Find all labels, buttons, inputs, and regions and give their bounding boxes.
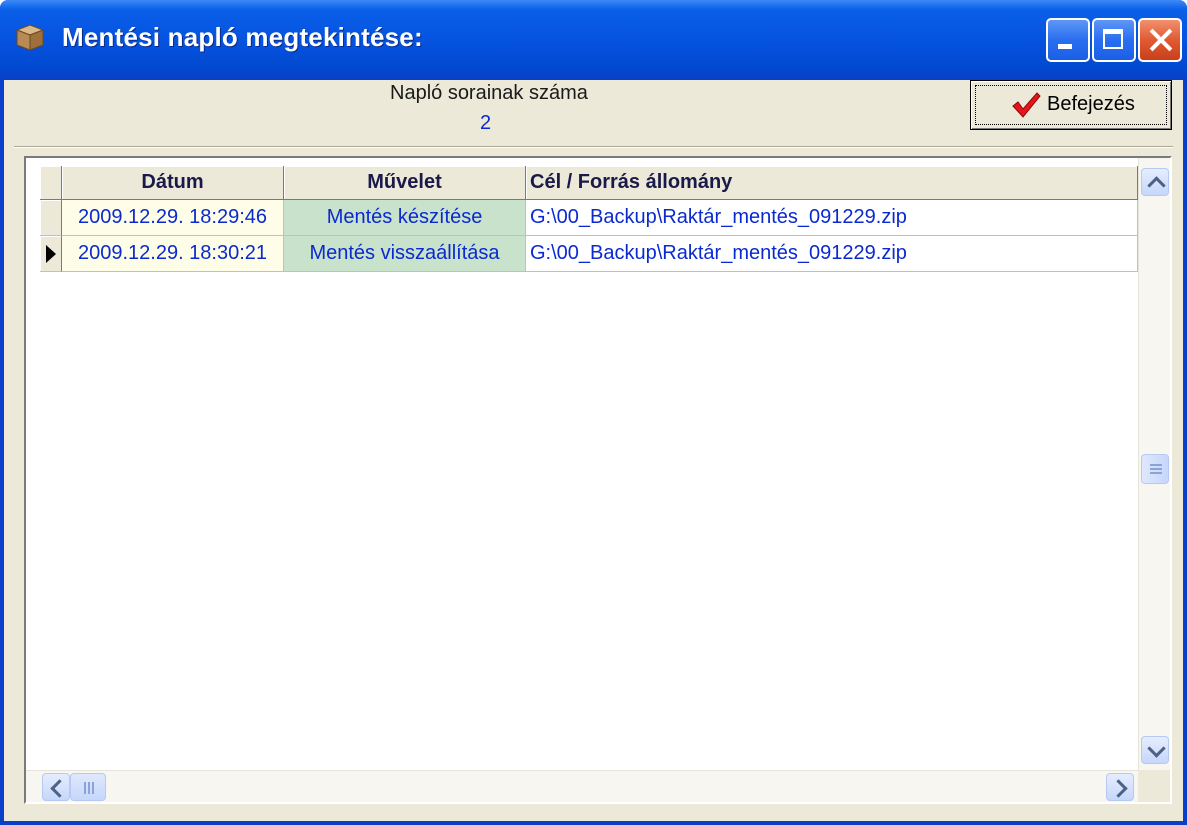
log-row-count-label: Napló sorainak száma: [390, 82, 588, 104]
vertical-scrollbar[interactable]: [1138, 158, 1170, 770]
window-title: Mentési napló megtekintése:: [62, 22, 423, 52]
finish-button[interactable]: Befejezés: [970, 80, 1172, 130]
close-button[interactable]: [1138, 18, 1182, 62]
date-cell[interactable]: 2009.12.29. 18:29:46: [62, 200, 284, 236]
divider: [14, 146, 1173, 148]
operation-cell[interactable]: Mentés készítése: [284, 200, 526, 236]
maximize-button[interactable]: [1092, 18, 1136, 62]
scrollbar-corner: [1138, 770, 1170, 802]
current-row-arrow-icon: [46, 245, 56, 263]
chevron-up-icon: [1147, 176, 1166, 195]
scroll-right-button[interactable]: [1106, 773, 1134, 801]
column-header-target-file[interactable]: Cél / Forrás állomány: [526, 166, 1138, 200]
operation-cell[interactable]: Mentés visszaállítása: [284, 236, 526, 272]
chevron-down-icon: [1147, 739, 1166, 758]
column-header-operation[interactable]: Művelet: [284, 166, 526, 200]
chevron-left-icon: [50, 779, 69, 798]
checkmark-icon: [1012, 92, 1041, 118]
row-indicator-header: [40, 166, 62, 200]
chevron-right-icon: [1109, 779, 1128, 798]
scroll-down-button[interactable]: [1141, 736, 1169, 764]
row-indicator[interactable]: [40, 236, 62, 272]
file-path-cell[interactable]: G:\00_Backup\Raktár_mentés_091229.zip: [526, 236, 1138, 272]
date-cell[interactable]: 2009.12.29. 18:30:21: [62, 236, 284, 272]
vertical-scroll-thumb[interactable]: [1141, 454, 1169, 484]
table-row[interactable]: 2009.12.29. 18:29:46 Mentés készítése G:…: [40, 200, 1138, 236]
title-bar[interactable]: Mentési napló megtekintése:: [0, 0, 1187, 80]
table-row[interactable]: 2009.12.29. 18:30:21 Mentés visszaállítá…: [40, 236, 1138, 272]
horizontal-scroll-thumb[interactable]: [70, 773, 106, 801]
log-row-count-value: 2: [480, 112, 492, 134]
horizontal-scrollbar[interactable]: [26, 770, 1138, 802]
row-indicator[interactable]: [40, 200, 62, 236]
scroll-up-button[interactable]: [1141, 168, 1169, 196]
log-table[interactable]: Dátum Művelet Cél / Forrás állomány 2009…: [24, 156, 1172, 804]
backup-log-window: Mentési napló megtekintése: Napló sorain…: [0, 0, 1187, 825]
box-icon: [15, 24, 45, 51]
finish-button-label: Befejezés: [1047, 93, 1135, 115]
scroll-left-button[interactable]: [42, 773, 70, 801]
column-header-date[interactable]: Dátum: [62, 166, 284, 200]
file-path-cell[interactable]: G:\00_Backup\Raktár_mentés_091229.zip: [526, 200, 1138, 236]
minimize-button[interactable]: [1046, 18, 1090, 62]
